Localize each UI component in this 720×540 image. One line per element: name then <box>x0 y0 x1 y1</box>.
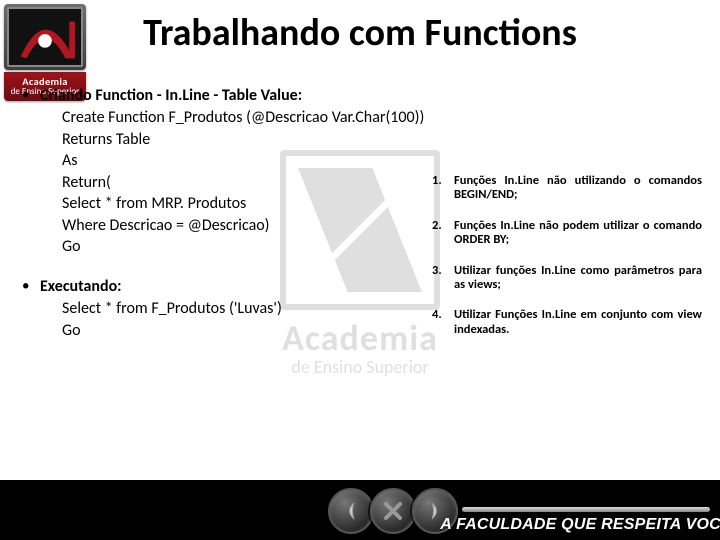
section1-heading: Criando Function - In.Line - Table Value… <box>40 86 302 106</box>
footer-bar: A FACULDADE QUE RESPEITA VOCÊ <box>0 480 720 540</box>
code-line: As <box>22 151 702 171</box>
section2-heading: Executando: <box>40 277 122 297</box>
arrow-left-icon <box>339 499 363 523</box>
notes-list: 1. Funções In.Line não utilizando o coma… <box>432 174 702 353</box>
code-line: Returns Table <box>22 130 702 150</box>
tagline-bar <box>462 507 710 512</box>
note-item: 2. Funções In.Line não podem utilizar o … <box>432 219 702 248</box>
brand-logo: Academia de Ensino Superior <box>4 4 98 96</box>
nav-prev-button[interactable] <box>328 488 374 534</box>
close-icon <box>381 499 405 523</box>
note-item: 3. Utilizar funções In.Line como parâmet… <box>432 264 702 293</box>
bullet-1: • Criando Function - In.Line - Table Val… <box>22 86 702 106</box>
code-line: Create Function F_Produtos (@Descricao V… <box>22 108 702 128</box>
footer-slogan: A FACULDADE QUE RESPEITA VOCÊ <box>440 516 720 534</box>
watermark-text-2: de Ensino Superior <box>170 356 550 378</box>
alpha-icon <box>11 11 79 63</box>
note-item: 1. Funções In.Line não utilizando o coma… <box>432 174 702 203</box>
note-item: 4. Utilizar Funções In.Line em conjunto … <box>432 308 702 337</box>
nav-close-button[interactable] <box>370 488 416 534</box>
footer-tagline: A FACULDADE QUE RESPEITA VOCÊ <box>462 507 710 534</box>
